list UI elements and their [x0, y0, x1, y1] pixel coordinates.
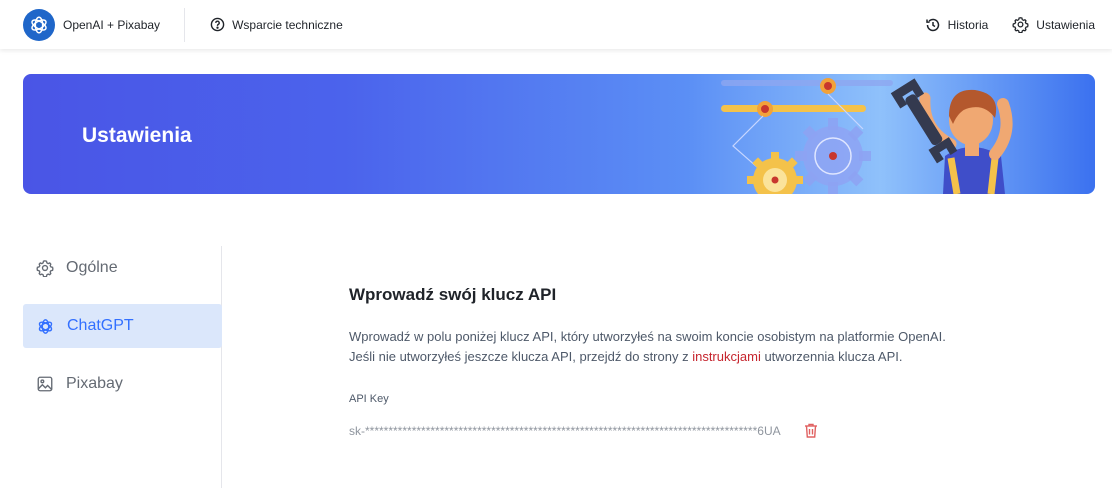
- description-line-2: Jeśli nie utworzyłeś jeszcze klucza API,…: [349, 347, 1049, 367]
- api-key-label: API Key: [349, 393, 389, 405]
- support-label: Wsparcie techniczne: [232, 17, 343, 32]
- page-title: Ustawienia: [82, 124, 192, 147]
- settings-sidebar: Ogólne ChatGPT Pixabay: [23, 246, 222, 420]
- gear-icon: [36, 259, 54, 277]
- settings-link[interactable]: Ustawienia: [1012, 16, 1095, 33]
- settings-banner: Ustawienia: [23, 74, 1095, 194]
- top-navbar: OpenAI + Pixabay Wsparcie techniczne His…: [0, 0, 1112, 49]
- api-key-section: Wprowadź swój klucz API Wprowadź w polu …: [349, 285, 1049, 439]
- history-icon: [925, 17, 941, 33]
- trash-icon[interactable]: [803, 422, 819, 439]
- api-key-value: sk-*************************************…: [349, 423, 781, 438]
- openai-logo-icon: [23, 8, 55, 41]
- openai-icon: [36, 317, 55, 336]
- sidebar-item-pixabay[interactable]: Pixabay: [23, 362, 222, 406]
- sidebar-item-label: ChatGPT: [67, 317, 134, 334]
- sidebar-item-label: Pixabay: [66, 375, 123, 392]
- history-link[interactable]: Historia: [925, 17, 989, 33]
- brand-home-link[interactable]: OpenAI + Pixabay: [0, 0, 160, 49]
- settings-label: Ustawienia: [1036, 17, 1095, 32]
- brand-name: OpenAI + Pixabay: [63, 17, 161, 32]
- description-text: utworzennia klucza API.: [760, 349, 903, 364]
- question-circle-icon: [210, 17, 225, 32]
- api-key-row: sk-*************************************…: [349, 422, 1049, 439]
- section-description: Wprowadź w polu poniżej klucz API, który…: [349, 327, 1049, 367]
- history-label: Historia: [947, 17, 989, 32]
- description-line-1: Wprowadź w polu poniżej klucz API, który…: [349, 329, 946, 344]
- image-icon: [36, 375, 54, 393]
- instructions-link[interactable]: instrukcjami: [692, 349, 761, 364]
- header-divider: [184, 7, 186, 42]
- sidebar-item-general[interactable]: Ogólne: [23, 246, 222, 290]
- section-heading: Wprowadź swój klucz API: [349, 285, 557, 304]
- mechanic-illustration: [721, 78, 1013, 194]
- sidebar-item-label: Ogólne: [66, 259, 118, 276]
- gear-icon: [1012, 16, 1029, 33]
- support-link[interactable]: Wsparcie techniczne: [210, 17, 343, 32]
- sidebar-item-chatgpt[interactable]: ChatGPT: [23, 304, 222, 348]
- description-text: Jeśli nie utworzyłeś jeszcze klucza API,…: [349, 349, 693, 364]
